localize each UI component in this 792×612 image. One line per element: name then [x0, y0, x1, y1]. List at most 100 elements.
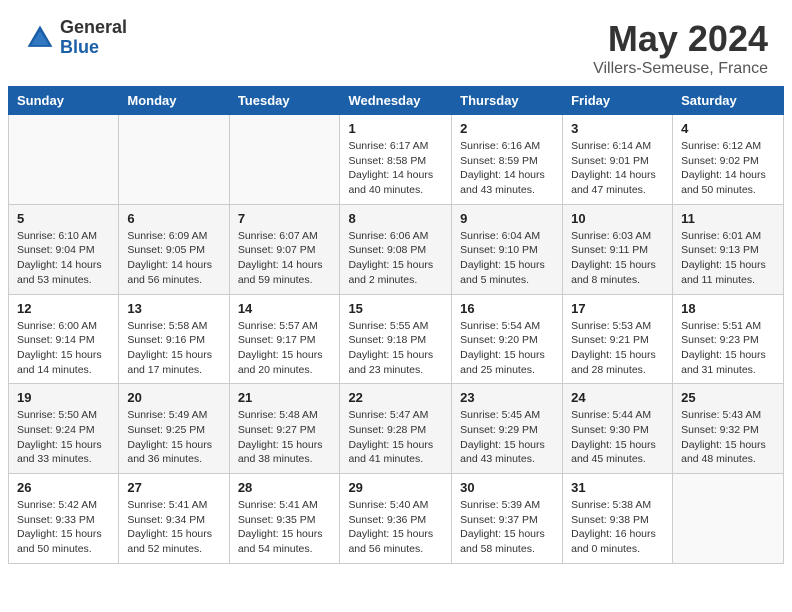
- calendar-cell: 4 Sunrise: 6:12 AMSunset: 9:02 PMDaylight…: [673, 115, 784, 205]
- column-header-tuesday: Tuesday: [229, 87, 340, 115]
- day-detail: Sunrise: 5:54 AMSunset: 9:20 PMDaylight:…: [460, 319, 554, 378]
- calendar-cell: 31Sunrise: 5:38 AMSunset: 9:38 PMDayligh…: [563, 474, 673, 564]
- calendar-cell: 15 Sunrise: 5:55 AMSunset: 9:18 PMDayligh…: [340, 294, 452, 384]
- day-number: 19: [17, 390, 110, 405]
- day-detail: Sunrise: 5:57 AMSunset: 9:17 PMDaylight:…: [238, 319, 332, 378]
- day-number: 11: [681, 211, 775, 226]
- calendar-cell: 6 Sunrise: 6:09 AMSunset: 9:05 PMDaylight…: [119, 204, 229, 294]
- logo-general-label: General: [60, 18, 127, 38]
- calendar-cell: 14 Sunrise: 5:57 AMSunset: 9:17 PMDayligh…: [229, 294, 340, 384]
- day-number: 3: [571, 121, 664, 136]
- calendar-cell: 7 Sunrise: 6:07 AMSunset: 9:07 PMDaylight…: [229, 204, 340, 294]
- calendar-cell: 2Sunrise: 6:16 AMSunset: 8:59 PMDaylight…: [452, 115, 563, 205]
- day-detail: Sunrise: 5:47 AMSunset: 9:28 PMDaylight:…: [348, 408, 443, 467]
- day-detail: Sunrise: 5:50 AMSunset: 9:24 PMDaylight:…: [17, 408, 110, 467]
- day-detail: Sunrise: 6:03 AMSunset: 9:11 PMDaylight:…: [571, 229, 664, 288]
- day-number: 23: [460, 390, 554, 405]
- day-number: 4: [681, 121, 775, 136]
- calendar-cell: 5 Sunrise: 6:10 AMSunset: 9:04 PMDaylight…: [9, 204, 119, 294]
- title-block: May 2024 Villers-Semeuse, France: [593, 18, 768, 78]
- calendar-wrapper: SundayMondayTuesdayWednesdayThursdayFrid…: [0, 86, 792, 582]
- calendar-cell: 10Sunrise: 6:03 AMSunset: 9:11 PMDayligh…: [563, 204, 673, 294]
- day-number: 17: [571, 301, 664, 316]
- day-detail: Sunrise: 5:49 AMSunset: 9:25 PMDaylight:…: [127, 408, 220, 467]
- day-detail: Sunrise: 6:07 AMSunset: 9:07 PMDaylight:…: [238, 229, 332, 288]
- column-header-monday: Monday: [119, 87, 229, 115]
- day-detail: Sunrise: 5:53 AMSunset: 9:21 PMDaylight:…: [571, 319, 664, 378]
- day-number: 15: [348, 301, 443, 316]
- calendar-cell: 11 Sunrise: 6:01 AMSunset: 9:13 PMDayligh…: [673, 204, 784, 294]
- day-detail: Sunrise: 5:42 AMSunset: 9:33 PMDaylight:…: [17, 498, 110, 557]
- day-detail: Sunrise: 5:40 AMSunset: 9:36 PMDaylight:…: [348, 498, 443, 557]
- calendar-cell: 9Sunrise: 6:04 AMSunset: 9:10 PMDaylight…: [452, 204, 563, 294]
- day-number: 28: [238, 480, 332, 495]
- day-number: 31: [571, 480, 664, 495]
- day-number: 18: [681, 301, 775, 316]
- logo-text: General Blue: [60, 18, 127, 58]
- day-number: 5: [17, 211, 110, 226]
- day-detail: Sunrise: 5:51 AMSunset: 9:23 PMDaylight:…: [681, 319, 775, 378]
- day-number: 20: [127, 390, 220, 405]
- calendar-cell: 24 Sunrise: 5:44 AMSunset: 9:30 PMDayligh…: [563, 384, 673, 474]
- day-number: 29: [348, 480, 443, 495]
- day-detail: Sunrise: 6:09 AMSunset: 9:05 PMDaylight:…: [127, 229, 220, 288]
- logo-icon: [24, 22, 56, 54]
- calendar-cell: 17 Sunrise: 5:53 AMSunset: 9:21 PMDayligh…: [563, 294, 673, 384]
- column-header-wednesday: Wednesday: [340, 87, 452, 115]
- day-detail: Sunrise: 6:10 AMSunset: 9:04 PMDaylight:…: [17, 229, 110, 288]
- day-number: 22: [348, 390, 443, 405]
- column-header-friday: Friday: [563, 87, 673, 115]
- logo-blue-label: Blue: [60, 38, 127, 58]
- day-number: 14: [238, 301, 332, 316]
- day-detail: Sunrise: 5:41 AMSunset: 9:34 PMDaylight:…: [127, 498, 220, 557]
- day-number: 1: [348, 121, 443, 136]
- day-number: 30: [460, 480, 554, 495]
- calendar-cell: [229, 115, 340, 205]
- logo: General Blue: [24, 18, 127, 58]
- page-header: General Blue May 2024 Villers-Semeuse, F…: [0, 0, 792, 86]
- calendar-cell: 1Sunrise: 6:17 AMSunset: 8:58 PMDaylight…: [340, 115, 452, 205]
- day-detail: Sunrise: 6:12 AMSunset: 9:02 PMDaylight:…: [681, 139, 775, 198]
- calendar-cell: 3Sunrise: 6:14 AMSunset: 9:01 PMDaylight…: [563, 115, 673, 205]
- day-number: 9: [460, 211, 554, 226]
- calendar-cell: 25 Sunrise: 5:43 AMSunset: 9:32 PMDayligh…: [673, 384, 784, 474]
- day-detail: Sunrise: 5:55 AMSunset: 9:18 PMDaylight:…: [348, 319, 443, 378]
- day-number: 27: [127, 480, 220, 495]
- day-number: 8: [348, 211, 443, 226]
- day-detail: Sunrise: 5:41 AMSunset: 9:35 PMDaylight:…: [238, 498, 332, 557]
- day-number: 25: [681, 390, 775, 405]
- calendar-week-row: 5 Sunrise: 6:10 AMSunset: 9:04 PMDaylight…: [9, 204, 784, 294]
- calendar-cell: 18 Sunrise: 5:51 AMSunset: 9:23 PMDayligh…: [673, 294, 784, 384]
- day-detail: Sunrise: 6:00 AMSunset: 9:14 PMDaylight:…: [17, 319, 110, 378]
- calendar-cell: [119, 115, 229, 205]
- day-detail: Sunrise: 5:58 AMSunset: 9:16 PMDaylight:…: [127, 319, 220, 378]
- calendar-cell: 30 Sunrise: 5:39 AMSunset: 9:37 PMDayligh…: [452, 474, 563, 564]
- day-number: 12: [17, 301, 110, 316]
- calendar-cell: 28 Sunrise: 5:41 AMSunset: 9:35 PMDayligh…: [229, 474, 340, 564]
- column-header-sunday: Sunday: [9, 87, 119, 115]
- calendar-table: SundayMondayTuesdayWednesdayThursdayFrid…: [8, 86, 784, 564]
- day-number: 2: [460, 121, 554, 136]
- day-detail: Sunrise: 5:43 AMSunset: 9:32 PMDaylight:…: [681, 408, 775, 467]
- calendar-cell: 12 Sunrise: 6:00 AMSunset: 9:14 PMDayligh…: [9, 294, 119, 384]
- day-detail: Sunrise: 5:48 AMSunset: 9:27 PMDaylight:…: [238, 408, 332, 467]
- day-detail: Sunrise: 5:45 AMSunset: 9:29 PMDaylight:…: [460, 408, 554, 467]
- calendar-location: Villers-Semeuse, France: [593, 60, 768, 78]
- calendar-week-row: 1Sunrise: 6:17 AMSunset: 8:58 PMDaylight…: [9, 115, 784, 205]
- day-number: 7: [238, 211, 332, 226]
- calendar-week-row: 26 Sunrise: 5:42 AMSunset: 9:33 PMDayligh…: [9, 474, 784, 564]
- calendar-cell: [9, 115, 119, 205]
- day-detail: Sunrise: 5:44 AMSunset: 9:30 PMDaylight:…: [571, 408, 664, 467]
- calendar-cell: 22 Sunrise: 5:47 AMSunset: 9:28 PMDayligh…: [340, 384, 452, 474]
- day-detail: Sunrise: 6:06 AMSunset: 9:08 PMDaylight:…: [348, 229, 443, 288]
- calendar-cell: 27 Sunrise: 5:41 AMSunset: 9:34 PMDayligh…: [119, 474, 229, 564]
- calendar-cell: 20 Sunrise: 5:49 AMSunset: 9:25 PMDayligh…: [119, 384, 229, 474]
- day-detail: Sunrise: 6:01 AMSunset: 9:13 PMDaylight:…: [681, 229, 775, 288]
- day-number: 6: [127, 211, 220, 226]
- day-number: 26: [17, 480, 110, 495]
- calendar-week-row: 12 Sunrise: 6:00 AMSunset: 9:14 PMDayligh…: [9, 294, 784, 384]
- calendar-cell: 29 Sunrise: 5:40 AMSunset: 9:36 PMDayligh…: [340, 474, 452, 564]
- day-detail: Sunrise: 5:39 AMSunset: 9:37 PMDaylight:…: [460, 498, 554, 557]
- calendar-cell: 23 Sunrise: 5:45 AMSunset: 9:29 PMDayligh…: [452, 384, 563, 474]
- day-number: 24: [571, 390, 664, 405]
